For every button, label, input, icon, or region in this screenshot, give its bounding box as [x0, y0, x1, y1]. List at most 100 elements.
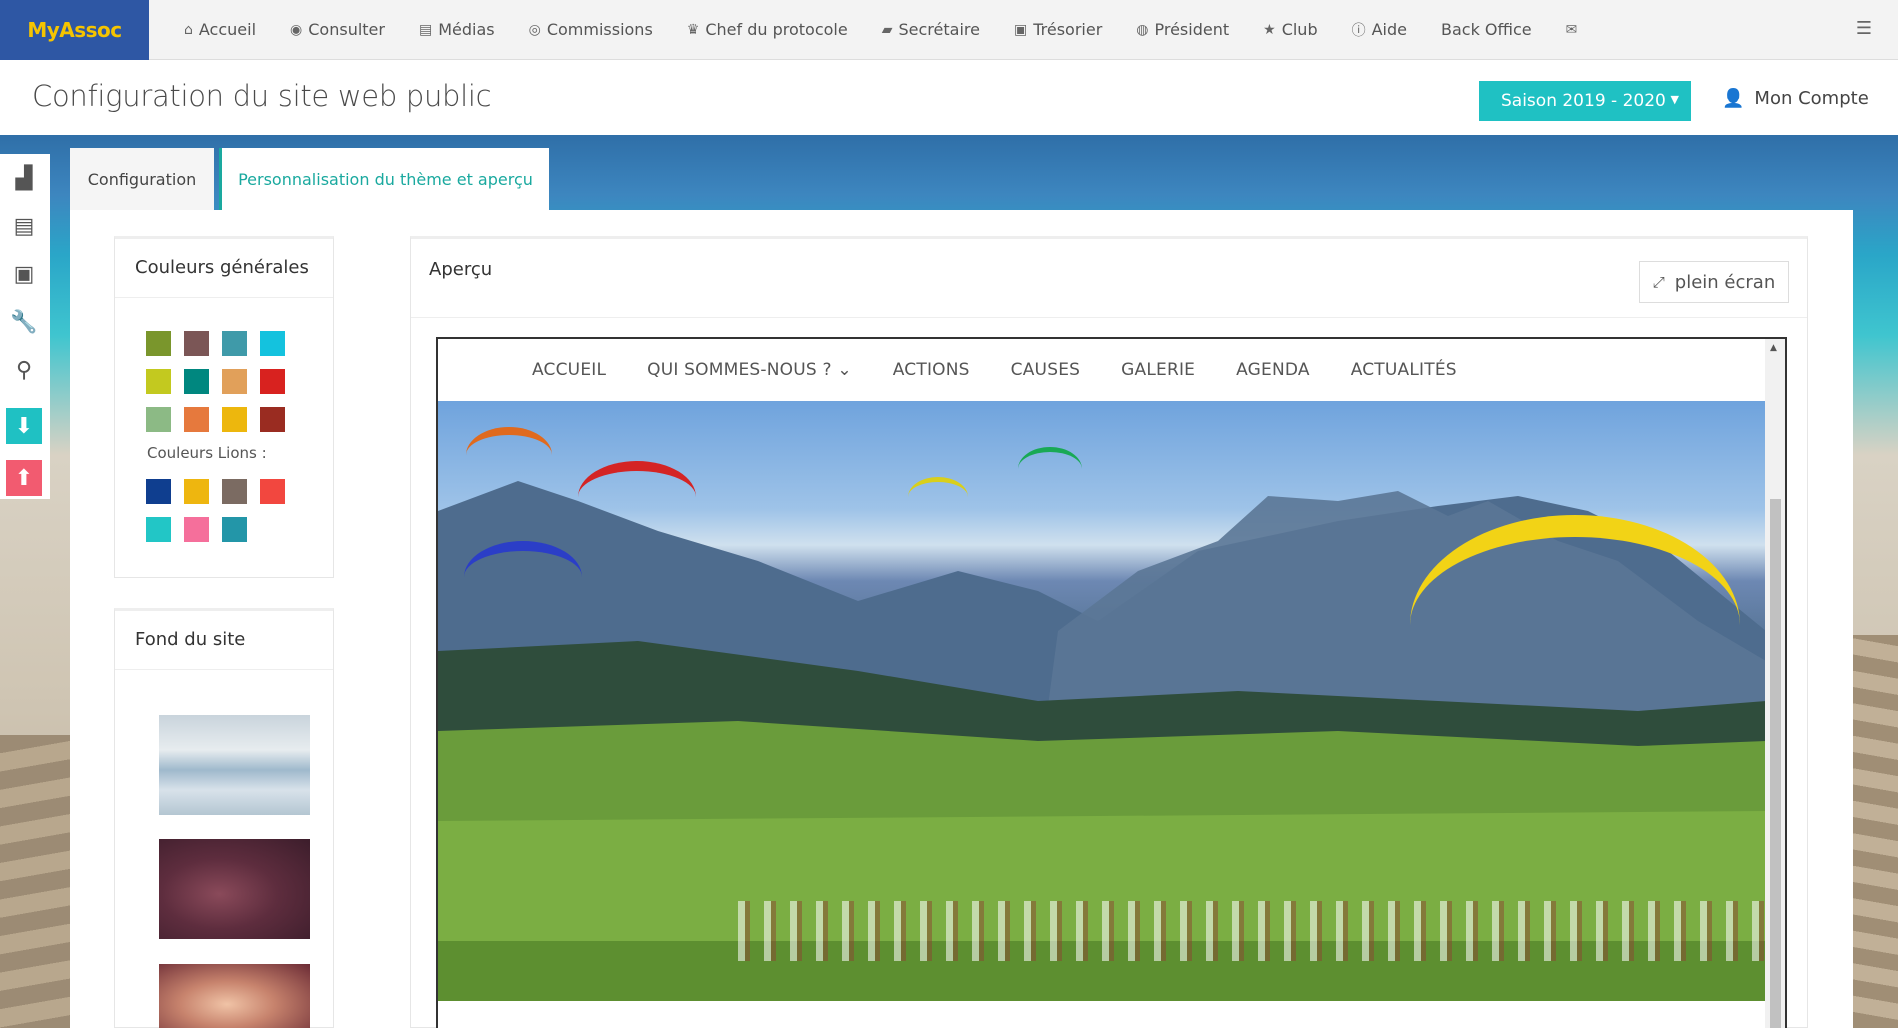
top-navbar: MyAssoc ⌂ Accueil ◉ Consulter ▤ Médias ◎ Commis…: [0, 0, 1898, 60]
nav-item-accueil[interactable]: ⌂ Accueil: [167, 0, 273, 60]
general-color-swatch[interactable]: [184, 369, 209, 394]
general-color-swatch[interactable]: [260, 331, 285, 356]
nav-item-m-dias[interactable]: ▤ Médias: [402, 0, 512, 60]
left-toolbar: ▟ ▤ ▣ 🔧 ⚲ ⬇ ⬆: [0, 154, 50, 499]
nav-item-pr-sident[interactable]: ◍ Président: [1119, 0, 1246, 60]
preview-box: Aperçu ⤢ plein écran ACCUEIL QUI SOMMES-N…: [410, 236, 1808, 1028]
general-color-swatch[interactable]: [146, 369, 171, 394]
envelope-icon: ✉: [1565, 21, 1578, 38]
general-colors-title: Couleurs générales: [135, 257, 309, 278]
site-background-title: Fond du site: [135, 629, 246, 650]
lions-color-swatch[interactable]: [184, 517, 209, 542]
money-icon[interactable]: ▣: [6, 256, 42, 292]
divider: [115, 297, 333, 298]
page-header: Configuration du site web public Saison …: [0, 61, 1898, 135]
money-icon: ▣: [1013, 21, 1028, 38]
general-color-swatch[interactable]: [260, 369, 285, 394]
eye-icon: ◉: [290, 21, 303, 38]
arrow-down-icon[interactable]: ⬇: [6, 408, 42, 444]
general-color-swatch[interactable]: [146, 331, 171, 356]
lions-color-swatch[interactable]: [146, 517, 171, 542]
general-color-swatch[interactable]: [184, 407, 209, 432]
user-circle-icon: ◎: [528, 21, 541, 38]
scroll-up-icon[interactable]: ▲: [1770, 343, 1777, 353]
general-color-swatch[interactable]: [184, 331, 209, 356]
file-icon: ▤: [418, 21, 433, 38]
nav-item-chef-du-protocole[interactable]: ♛ Chef du protocole: [670, 0, 865, 60]
scrollbar-thumb[interactable]: [1770, 499, 1781, 1028]
nav-item-label: Commissions: [546, 20, 653, 39]
preview-nav-item[interactable]: AGENDA: [1236, 360, 1310, 380]
trophy-icon: ♛: [686, 21, 700, 38]
account-label: Mon Compte: [1754, 88, 1869, 109]
lions-color-swatch[interactable]: [184, 479, 209, 504]
nav-item-aide[interactable]: ⓘ Aide: [1335, 0, 1424, 60]
nav-item-label: Président: [1154, 20, 1230, 39]
nav-item-label: Consulter: [308, 20, 385, 39]
background-thumbnail-blur-purple[interactable]: [159, 839, 310, 939]
brand-logo[interactable]: MyAssoc: [0, 0, 149, 60]
preview-scrollbar[interactable]: ▲: [1765, 339, 1785, 1028]
village-houses: [738, 901, 1766, 961]
nav-item-back-office[interactable]: Back Office: [1424, 0, 1549, 60]
wrench-icon[interactable]: 🔧: [6, 304, 42, 340]
season-select[interactable]: Saison 2019 - 2020 ▼: [1479, 81, 1691, 121]
map-marker-icon[interactable]: ⚲: [6, 352, 42, 388]
lions-color-swatch[interactable]: [260, 479, 285, 504]
general-colors-box: Couleurs générales Couleurs Lions :: [114, 236, 334, 578]
background-thumbnail-blur-warm[interactable]: [159, 964, 310, 1028]
tab-theme-preview[interactable]: Personnalisation du thème et aperçu: [219, 148, 549, 210]
globe-icon: ◍: [1136, 21, 1149, 38]
lions-color-swatch[interactable]: [222, 479, 247, 504]
lions-color-swatch[interactable]: [222, 517, 247, 542]
season-label: Saison 2019 - 2020: [1501, 91, 1666, 111]
account-menu[interactable]: 👤 Mon Compte: [1722, 88, 1869, 109]
general-color-swatch[interactable]: [222, 369, 247, 394]
fullscreen-label: plein écran: [1674, 271, 1776, 293]
nav-item-mail[interactable]: ✉: [1549, 0, 1601, 60]
nav-item-commissions[interactable]: ◎ Commissions: [512, 0, 670, 60]
preview-nav-item[interactable]: ACTUALITÉS: [1351, 360, 1457, 380]
nav-item-label: Aide: [1371, 20, 1407, 39]
preview-iframe[interactable]: ACCUEIL QUI SOMMES-NOUS ? ⌄ ACTIONS CAUSES G…: [436, 337, 1787, 1028]
nav-item-tr-sorier[interactable]: ▣ Trésorier: [997, 0, 1119, 60]
tab-configuration[interactable]: Configuration: [70, 148, 214, 210]
preview-nav-item[interactable]: GALERIE: [1121, 360, 1195, 380]
lions-color-swatch[interactable]: [146, 479, 171, 504]
arrow-up-icon[interactable]: ⬆: [6, 460, 42, 496]
nav-menu: ⌂ Accueil ◉ Consulter ▤ Médias ◎ Commissions ♛ Ch…: [149, 0, 1600, 60]
nav-item-club[interactable]: ★ Club: [1246, 0, 1334, 60]
lions-colors-label: Couleurs Lions :: [147, 444, 267, 462]
caret-down-icon: ▼: [1670, 93, 1679, 106]
general-color-swatch[interactable]: [146, 407, 171, 432]
fullscreen-button[interactable]: ⤢ plein écran: [1639, 261, 1789, 303]
document-icon[interactable]: ▤: [6, 208, 42, 244]
star-icon: ★: [1263, 21, 1276, 38]
preview-nav-item[interactable]: QUI SOMMES-NOUS ? ⌄: [647, 360, 852, 380]
preview-nav-item[interactable]: ACTIONS: [893, 360, 970, 380]
nav-item-secr-taire[interactable]: ▰ Secrétaire: [865, 0, 997, 60]
nav-item-label: Chef du protocole: [705, 20, 848, 39]
background-dock-left: [0, 735, 70, 1028]
chart-icon[interactable]: ▟: [6, 160, 42, 196]
info-icon: ⓘ: [1351, 22, 1366, 39]
divider: [411, 317, 1807, 318]
user-icon: 👤: [1722, 88, 1745, 109]
general-color-swatch[interactable]: [260, 407, 285, 432]
divider: [115, 669, 333, 670]
general-color-swatch[interactable]: [222, 331, 247, 356]
preview-nav-item[interactable]: ACCUEIL: [532, 360, 606, 380]
preview-hero-image: [438, 401, 1766, 1001]
nav-item-consulter[interactable]: ◉ Consulter: [273, 0, 402, 60]
book-icon: ▰: [881, 21, 893, 38]
nav-item-label: Back Office: [1441, 20, 1532, 39]
preview-site-nav: ACCUEIL QUI SOMMES-NOUS ? ⌄ ACTIONS CAUSES G…: [438, 339, 1766, 401]
menu-toggle-icon[interactable]: ☰: [1856, 18, 1872, 39]
site-background-box: Fond du site: [114, 608, 334, 1028]
background-thumbnail-ice[interactable]: [159, 715, 310, 815]
general-color-swatch[interactable]: [222, 407, 247, 432]
expand-icon: ⤢: [1652, 273, 1665, 291]
nav-item-label: Secrétaire: [898, 20, 980, 39]
nav-item-label: Club: [1281, 20, 1318, 39]
preview-nav-item[interactable]: CAUSES: [1011, 360, 1080, 380]
